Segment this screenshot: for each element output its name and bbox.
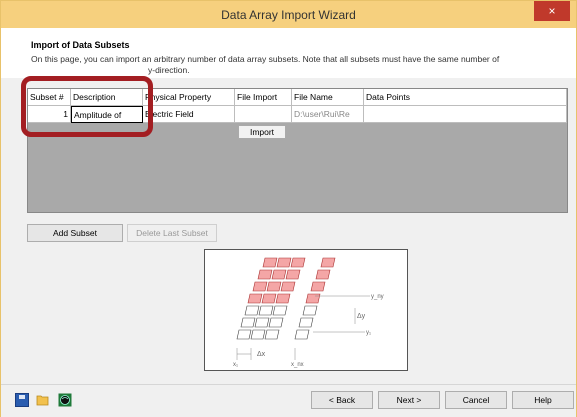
cell-file-import [235,106,292,123]
data-array-diagram: y_ny Δy y₁ Δx x₁ x_nx [204,249,408,371]
globe-icon[interactable] [58,393,72,407]
column-header-data-points: Data Points [364,89,567,106]
import-button[interactable]: Import [238,125,286,139]
cell-physical-property[interactable]: Electric Field [143,106,235,123]
description-line-2: y-direction. [148,65,190,75]
delete-last-subset-button[interactable]: Delete Last Subset [127,224,217,242]
help-button[interactable]: Help [512,391,574,409]
add-subset-button[interactable]: Add Subset [27,224,123,242]
open-folder-icon[interactable] [36,393,50,407]
label-y-ny: y_ny [371,294,384,300]
highlight-annotation [21,76,153,137]
label-x1: x₁ [233,362,238,368]
next-button[interactable]: Next > [378,391,440,409]
label-x-nx: x_nx [291,362,304,368]
cell-file-name[interactable]: D:\user\Rui\Re [292,106,364,123]
label-delta-x: Δx [257,351,266,358]
back-button[interactable]: < Back [311,391,373,409]
column-header-physical-property: Physical Property [143,89,235,106]
save-icon[interactable] [15,393,29,407]
window-title: Data Array Import Wizard [221,8,356,22]
label-y1: y₁ [366,330,371,336]
label-delta-y: Δy [357,313,366,320]
header-area: Import of Data Subsets On this page, you… [1,28,576,78]
bottom-bar: < Back Next > Cancel Help [1,384,576,417]
page-title: Import of Data Subsets [31,40,130,50]
title-bar[interactable]: Data Array Import Wizard × [1,1,576,28]
column-header-file-import: File Import [235,89,292,106]
close-button[interactable]: × [534,1,570,21]
white-layer [236,305,318,340]
wizard-window: Data Array Import Wizard × Import of Dat… [0,0,577,417]
page-description: On this page, you can import an arbitrar… [31,54,561,76]
cell-data-points[interactable] [364,106,567,123]
cancel-button[interactable]: Cancel [445,391,507,409]
diagram-illustration: y_ny Δy y₁ Δx x₁ x_nx [233,257,384,368]
description-line-1: On this page, you can import an arbitrar… [31,54,500,64]
column-header-file-name: File Name [292,89,364,106]
